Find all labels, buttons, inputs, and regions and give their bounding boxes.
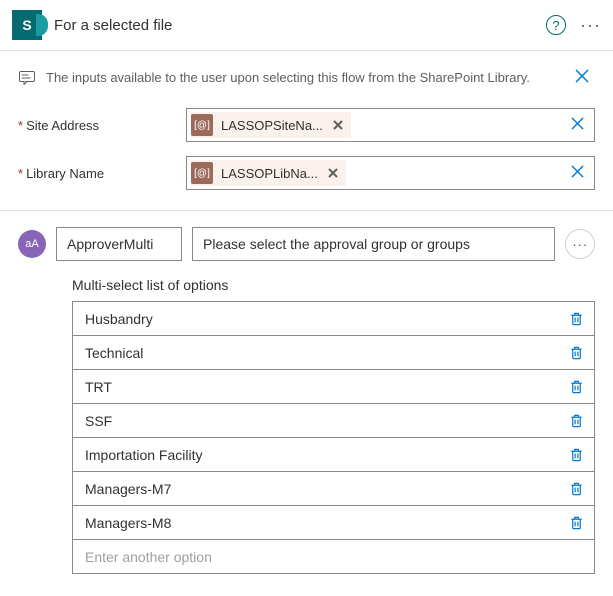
info-banner: The inputs available to the user upon se… [18,65,595,90]
help-icon[interactable]: ? [546,15,566,35]
option-text[interactable]: SSF [73,413,558,429]
option-text[interactable]: Husbandry [73,311,558,327]
delete-option-button[interactable] [558,302,594,336]
site-address-token: [@] LASSOPSiteNa... [191,112,351,138]
close-banner-button[interactable] [569,65,595,90]
param-desc-input[interactable]: Please select the approval group or grou… [192,227,555,261]
delete-option-button[interactable] [558,336,594,370]
option-text[interactable]: Importation Facility [73,447,558,463]
dynamic-content-icon: [@] [191,162,213,184]
token-text: LASSOPLibNa... [221,166,318,181]
option-row: Technical [73,336,594,370]
option-row: Managers-M7 [73,472,594,506]
dynamic-content-icon: [@] [191,114,213,136]
param-more-menu[interactable]: ··· [565,229,595,259]
card-header: S For a selected file ? ··· [0,0,613,51]
token-text: LASSOPSiteNa... [221,118,323,133]
message-icon [18,71,36,85]
add-option-row[interactable]: Enter another option [73,540,594,574]
more-menu[interactable]: ··· [580,15,601,36]
option-row: TRT [73,370,594,404]
delete-option-button[interactable] [558,404,594,438]
library-name-label: Library Name [18,166,174,181]
delete-option-button[interactable] [558,506,594,540]
option-text[interactable]: TRT [73,379,558,395]
divider [0,210,613,211]
delete-option-button[interactable] [558,370,594,404]
remove-token-button[interactable] [331,118,345,133]
sharepoint-icon: S [12,10,42,40]
site-address-input[interactable]: [@] LASSOPSiteNa... [186,108,595,142]
delete-option-button[interactable] [558,438,594,472]
clear-field-button[interactable] [565,165,590,181]
option-row: Husbandry [73,302,594,336]
remove-token-button[interactable] [326,166,340,181]
option-text[interactable]: Managers-M7 [73,481,558,497]
option-row: Importation Facility [73,438,594,472]
option-text[interactable]: Managers-M8 [73,515,558,531]
site-address-label: Site Address [18,118,174,133]
option-row: SSF [73,404,594,438]
delete-option-button[interactable] [558,472,594,506]
clear-field-button[interactable] [565,117,590,133]
option-text[interactable]: Technical [73,345,558,361]
add-option-input: Enter another option [73,549,594,565]
options-list: Husbandry Technical TRT SSF Importation Faci… [72,301,595,574]
info-text: The inputs available to the user upon se… [46,70,559,85]
library-name-input[interactable]: [@] LASSOPLibNa... [186,156,595,190]
library-name-token: [@] LASSOPLibNa... [191,160,346,186]
options-list-label: Multi-select list of options [72,277,595,293]
param-name-input[interactable]: ApproverMulti [56,227,182,261]
text-input-icon: aA [18,230,46,258]
card-title: For a selected file [54,17,534,34]
